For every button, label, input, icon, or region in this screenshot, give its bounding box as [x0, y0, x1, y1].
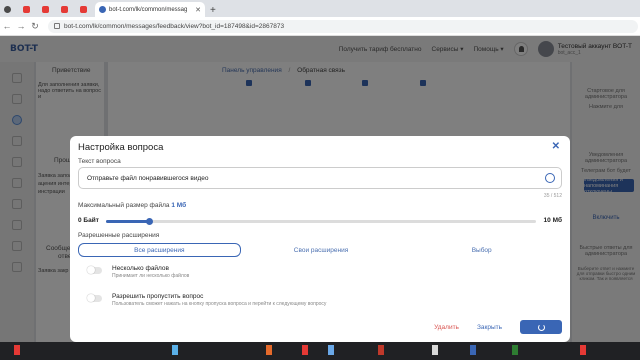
multiple-files-toggle[interactable] [87, 266, 102, 274]
github-icon [4, 6, 11, 13]
max-size-label: Максимальный размер файла 1 Мб [78, 202, 186, 209]
save-button[interactable] [520, 320, 562, 334]
back-icon[interactable]: ← [0, 21, 14, 31]
question-text-label: Текст вопроса [78, 158, 121, 165]
site-info-icon[interactable] [54, 23, 60, 29]
browser-tab[interactable] [57, 2, 75, 17]
multiple-files-desc: Принимает ли несколько файлов [112, 273, 190, 279]
allow-skip-row: Разрешить пропустить вопрос Пользователь… [87, 293, 327, 307]
taskbar-app-icon[interactable] [432, 345, 438, 355]
question-text-value: Отправьте файл понравившегося видео [87, 174, 209, 182]
reload-icon[interactable]: ↻ [28, 21, 42, 32]
youtube-icon [23, 6, 30, 13]
allow-skip-title: Разрешить пропустить вопрос [112, 293, 204, 300]
multiple-files-row: Несколько файлов Принимает ли несколько … [87, 265, 190, 279]
multiple-files-title: Несколько файлов [112, 265, 169, 272]
taskbar [0, 342, 640, 360]
choose-extensions-option[interactable]: Выбор [401, 243, 562, 257]
delete-button[interactable]: Удалить [434, 324, 459, 331]
forward-icon[interactable]: → [14, 21, 28, 31]
taskbar-app-icon[interactable] [14, 345, 20, 355]
close-tab-icon[interactable]: ✕ [195, 6, 201, 14]
taskbar-app-icon[interactable] [512, 345, 518, 355]
browser-tab[interactable] [19, 2, 37, 17]
site-favicon-icon [99, 6, 106, 13]
question-text-input[interactable]: Отправьте файл понравившегося видео [78, 167, 562, 189]
address-bar[interactable]: bot-t.com/lk/common/messages/feedback/vi… [48, 19, 638, 33]
taskbar-app-icon[interactable] [470, 345, 476, 355]
extensions-label: Разрешенные расширения [78, 232, 160, 239]
taskbar-app-icon[interactable] [328, 345, 334, 355]
taskbar-app-icon[interactable] [378, 345, 384, 355]
loading-spinner-icon [537, 323, 545, 331]
max-size-slider[interactable] [106, 218, 536, 225]
allow-skip-toggle[interactable] [87, 294, 102, 302]
extensions-segmented-control: Все расширения Свои расширения Выбор [78, 243, 562, 257]
max-size-slider-row: 0 Байт 10 Мб [78, 216, 562, 226]
browser-tabbar: bot-t.com/lk/common/messag ✕ + [0, 0, 640, 17]
url-text: bot-t.com/lk/common/messages/feedback/vi… [64, 22, 285, 30]
emoji-icon[interactable] [545, 173, 555, 183]
youtube-icon [80, 6, 87, 13]
modal-title: Настройка вопроса [78, 142, 164, 153]
taskbar-app-icon[interactable] [172, 345, 178, 355]
browser-tab[interactable] [76, 2, 94, 17]
browser-tab[interactable] [38, 2, 56, 17]
max-size-label-text: Максимальный размер файла [78, 202, 170, 209]
slider-fill [106, 220, 149, 223]
allow-skip-desc: Пользователь сможет нажать на кнопку про… [112, 301, 327, 307]
max-size-value: 1 Мб [171, 202, 187, 209]
browser-tab[interactable] [0, 2, 18, 17]
modal-footer: Удалить Закрыть [434, 320, 562, 334]
address-row: ← → ↻ bot-t.com/lk/common/messages/feedb… [0, 17, 640, 36]
taskbar-app-icon[interactable] [302, 345, 308, 355]
new-tab-icon[interactable]: + [210, 5, 216, 16]
slider-thumb[interactable] [146, 218, 153, 225]
taskbar-app-icon[interactable] [580, 345, 586, 355]
youtube-icon [61, 6, 68, 13]
slider-min-label: 0 Байт [78, 217, 99, 224]
slider-max-label: 10 Мб [543, 217, 562, 224]
taskbar-app-icon[interactable] [266, 345, 272, 355]
close-button[interactable]: Закрыть [477, 324, 502, 331]
char-counter: 35 / 512 [543, 193, 562, 199]
youtube-icon [42, 6, 49, 13]
all-extensions-option[interactable]: Все расширения [78, 243, 241, 257]
question-settings-modal: Настройка вопроса ✕ Текст вопроса Отправ… [70, 136, 570, 342]
close-icon[interactable]: ✕ [552, 141, 560, 152]
browser-tab-active[interactable]: bot-t.com/lk/common/messag ✕ [95, 2, 205, 17]
custom-extensions-option[interactable]: Свои расширения [241, 243, 402, 257]
active-tab-title: bot-t.com/lk/common/messag [109, 6, 188, 13]
